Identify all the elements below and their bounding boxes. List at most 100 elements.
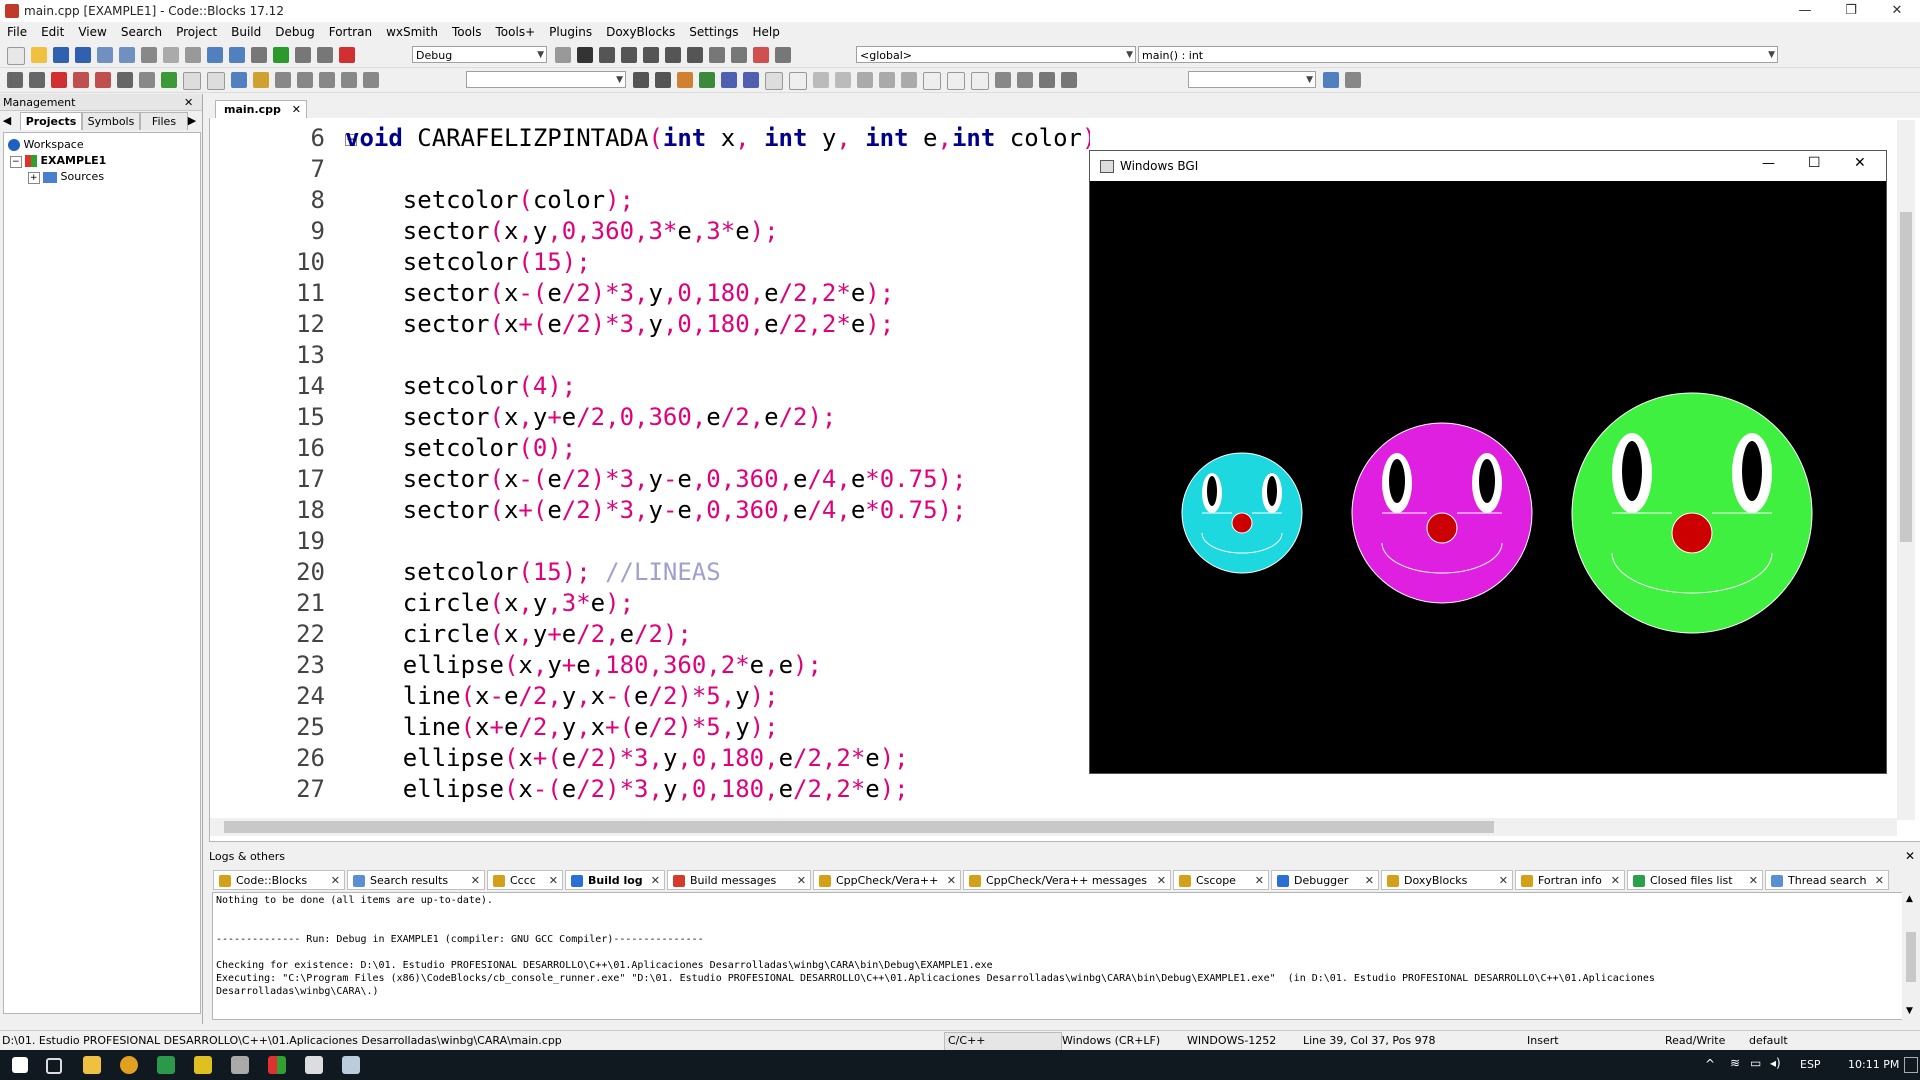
run-to-cursor-icon[interactable] xyxy=(599,47,615,63)
scroll-up-icon[interactable]: ▲ xyxy=(1906,894,1913,904)
clear-bookmarks-icon[interactable] xyxy=(117,72,133,88)
battery-icon[interactable]: ▭ xyxy=(1750,1056,1761,1070)
menu-help[interactable]: Help xyxy=(745,22,786,39)
step-out-icon[interactable] xyxy=(665,47,681,63)
codeblocks-taskbar-icon[interactable] xyxy=(268,1056,286,1074)
rect-icon[interactable] xyxy=(789,72,807,90)
minimize-button[interactable]: — xyxy=(1782,0,1828,22)
close-icon[interactable]: ✕ xyxy=(292,101,301,119)
tab-files[interactable]: Files xyxy=(140,112,188,130)
expand-icon[interactable]: + xyxy=(28,172,40,184)
step-into-icon[interactable] xyxy=(643,47,659,63)
scroll-down-icon[interactable]: ▼ xyxy=(1906,1006,1913,1016)
notifications-icon[interactable] xyxy=(1904,1057,1918,1073)
code-area[interactable]: void CARAFELIZPINTADA(int x, int y, int … xyxy=(345,120,1090,810)
log-tab[interactable]: Code::Blocks ✕ xyxy=(213,870,345,890)
log-tab[interactable]: Fortran info ✕ xyxy=(1515,870,1625,890)
undo-icon[interactable] xyxy=(97,47,113,63)
build-target-select[interactable]: Debug ▼ xyxy=(412,46,547,63)
bgi-taskbar-icon[interactable] xyxy=(342,1056,360,1074)
code-line[interactable]: sector(x-(e/2)*3,y-e,0,360,e/4,e*0.75); xyxy=(345,465,967,493)
log-tab[interactable]: CppCheck/Vera++ messages ✕ xyxy=(963,870,1171,890)
bgi-window[interactable]: Windows BGI — ☐ ✕ xyxy=(1089,150,1887,774)
doxy-icon[interactable] xyxy=(139,72,155,88)
build-run-icon[interactable] xyxy=(295,47,311,63)
code-line[interactable]: sector(x+(e/2)*3,y-e,0,360,e/4,e*0.75); xyxy=(345,496,967,524)
task-view-icon[interactable] xyxy=(46,1058,62,1074)
tab-symbols[interactable]: Symbols xyxy=(82,112,140,130)
editor-horizontal-scrollbar[interactable] xyxy=(210,818,1897,836)
find-prev-icon[interactable] xyxy=(633,72,649,88)
menu-build[interactable]: Build xyxy=(224,22,268,39)
function-select[interactable]: main() : int ▼ xyxy=(1138,46,1778,63)
scope-select[interactable]: <global> ▼ xyxy=(856,46,1136,63)
replace-icon[interactable] xyxy=(229,47,245,63)
menu-settings[interactable]: Settings xyxy=(682,22,745,39)
close-icon[interactable]: ✕ xyxy=(331,871,340,891)
volume-icon[interactable]: ◂) xyxy=(1770,1056,1781,1070)
log-tab[interactable]: Closed files list ✕ xyxy=(1627,870,1763,890)
close-icon[interactable]: ✕ xyxy=(651,871,660,891)
zoom-in-icon[interactable] xyxy=(995,72,1011,88)
log-tab[interactable]: DoxyBlocks ✕ xyxy=(1381,870,1513,890)
debug-start-icon[interactable] xyxy=(577,47,593,63)
code-line[interactable]: line(x-e/2,y,x-(e/2)*5,y); xyxy=(345,682,779,710)
picture-icon[interactable] xyxy=(813,72,829,88)
scroll-thumb[interactable] xyxy=(224,821,1494,833)
close-icon[interactable]: ✕ xyxy=(1157,871,1166,891)
menu-tools[interactable]: Tools xyxy=(445,22,489,39)
log-tab[interactable]: Cscope ✕ xyxy=(1173,870,1269,890)
code-line[interactable]: setcolor(4); xyxy=(345,372,576,400)
menu-wxsmith[interactable]: wxSmith xyxy=(379,22,445,39)
highlight-icon[interactable] xyxy=(363,72,379,88)
close-icon[interactable]: ✕ xyxy=(1905,849,1915,863)
close-icon[interactable]: ✕ xyxy=(1499,871,1508,891)
next-bookmark-icon[interactable] xyxy=(95,72,111,88)
menu-debug[interactable]: Debug xyxy=(268,22,321,39)
redo-icon[interactable] xyxy=(119,47,135,63)
tools-icon[interactable] xyxy=(275,72,291,88)
clock[interactable]: 10:11 PM xyxy=(1848,1058,1899,1071)
menu-project[interactable]: Project xyxy=(169,22,224,39)
collapse-icon[interactable]: − xyxy=(10,156,22,168)
close-icon[interactable]: ✕ xyxy=(797,871,806,891)
log-tab[interactable]: Thread search ✕ xyxy=(1765,870,1889,890)
pause-icon[interactable] xyxy=(709,47,725,63)
jump-home-icon[interactable] xyxy=(319,72,335,88)
build-log-output[interactable]: Nothing to be done (all items are up-to-… xyxy=(212,892,1904,1020)
frame-a-icon[interactable] xyxy=(923,72,941,90)
tab-scroll-left-icon[interactable]: ◀ xyxy=(2,112,12,129)
match-case-icon[interactable] xyxy=(721,72,737,88)
debug-windows-icon[interactable] xyxy=(753,47,769,63)
tab-main-cpp[interactable]: main.cpp ✕ xyxy=(215,100,307,118)
close-icon[interactable]: ✕ xyxy=(1255,871,1264,891)
copy-icon[interactable] xyxy=(163,47,179,63)
layout-a-icon[interactable] xyxy=(857,72,873,88)
comment-line-icon[interactable] xyxy=(207,72,225,90)
close-icon[interactable]: ✕ xyxy=(1365,871,1374,891)
tree-item-workspace[interactable]: Workspace xyxy=(8,137,84,153)
tab-scroll-right-icon[interactable]: ▶ xyxy=(186,112,198,129)
code-line[interactable]: setcolor(15); //LINEAS xyxy=(345,558,721,586)
stop-debug-icon[interactable] xyxy=(731,47,747,63)
close-icon[interactable]: ✕ xyxy=(184,96,193,109)
close-icon[interactable]: ✕ xyxy=(471,871,480,891)
console-taskbar-icon[interactable] xyxy=(305,1056,323,1074)
menu-search[interactable]: Search xyxy=(114,22,169,39)
code-line[interactable]: sector(x,y,0,360,3*e,3*e); xyxy=(345,217,779,245)
log-scrollbar[interactable]: ▲ ▼ xyxy=(1902,892,1920,1020)
layout-c-icon[interactable] xyxy=(901,72,917,88)
menu-plugins[interactable]: Plugins xyxy=(542,22,599,39)
code-line[interactable]: setcolor(color); xyxy=(345,186,634,214)
code-line[interactable]: circle(x,y,3*e); xyxy=(345,589,634,617)
wrench-icon[interactable] xyxy=(1345,72,1361,88)
log-tab[interactable]: Build log ✕ xyxy=(565,870,665,890)
windows-start-icon[interactable] xyxy=(12,1057,28,1073)
cut-icon[interactable] xyxy=(141,47,157,63)
symbol-combo[interactable]: ▼ xyxy=(1188,71,1316,88)
save-all-icon[interactable] xyxy=(75,47,91,63)
menu-file[interactable]: File xyxy=(0,22,34,39)
code-line[interactable]: ellipse(x,y+e,180,360,2*e,e); xyxy=(345,651,822,679)
close-icon[interactable]: ✕ xyxy=(1611,871,1620,891)
debug-info-icon[interactable] xyxy=(775,47,791,63)
